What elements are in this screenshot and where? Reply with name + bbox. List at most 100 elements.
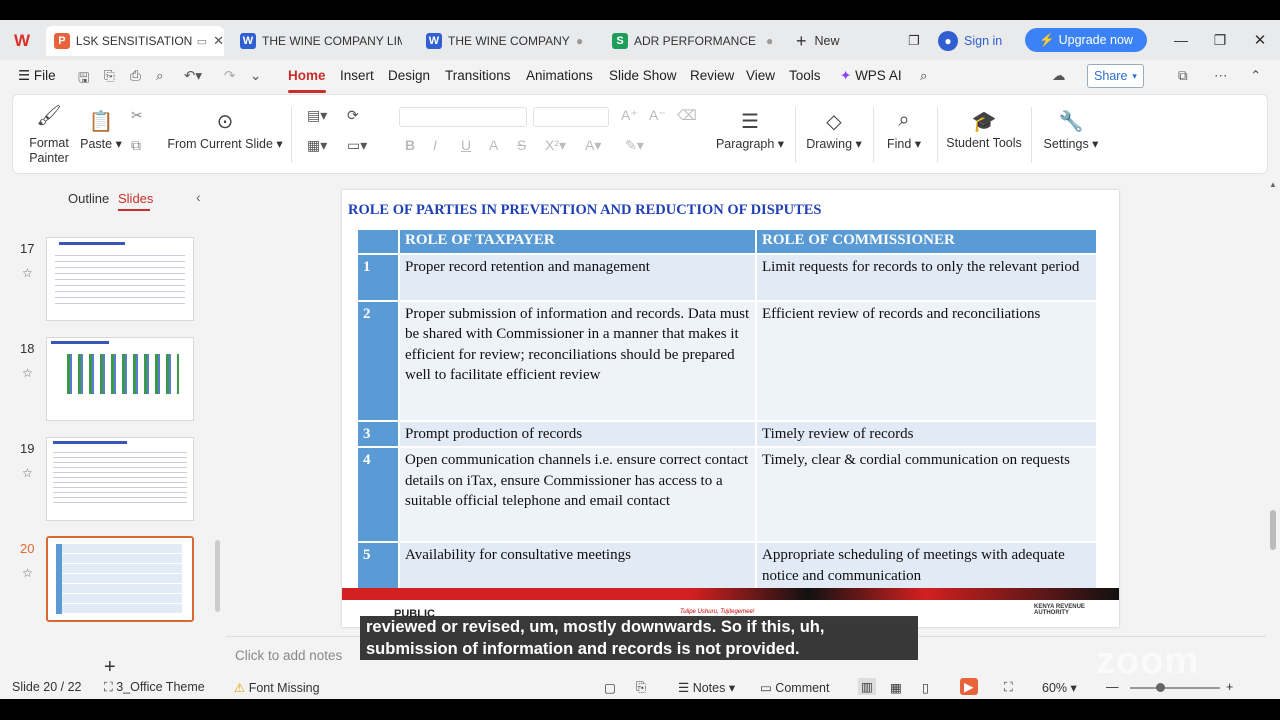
- tab-home[interactable]: Home: [288, 68, 326, 83]
- sign-in-button[interactable]: ● Sign in: [938, 30, 1002, 52]
- increase-font-icon[interactable]: A⁺: [621, 107, 638, 124]
- clear-format-icon[interactable]: ⌫: [677, 107, 697, 124]
- font-name-select[interactable]: [399, 107, 527, 127]
- collapse-panel-icon[interactable]: ‹: [196, 189, 201, 205]
- star-icon[interactable]: ☆: [22, 466, 33, 480]
- text-shadow-icon[interactable]: A: [489, 137, 498, 153]
- fit-icon[interactable]: ▢: [604, 680, 616, 695]
- slideshow-play-icon[interactable]: ▶: [960, 678, 978, 695]
- tab-insert[interactable]: Insert: [340, 68, 374, 83]
- notes-toggle[interactable]: ☰ Notes ▾: [678, 680, 735, 695]
- tab-tools[interactable]: Tools: [789, 68, 821, 83]
- decrease-font-icon[interactable]: A⁻: [649, 107, 666, 124]
- close-window-icon[interactable]: ✕: [1251, 30, 1269, 50]
- tab-transitions[interactable]: Transitions: [445, 68, 511, 83]
- tab-adr-performance[interactable]: S ADR PERFORMANCE R ●: [604, 26, 782, 56]
- section-icon[interactable]: ▭▾: [347, 137, 367, 154]
- export-pdf-icon[interactable]: ⎘: [104, 68, 115, 84]
- from-current-slide-button[interactable]: ⊙ From Current Slide ▾: [167, 109, 283, 151]
- font-size-select[interactable]: [533, 107, 609, 127]
- find-button[interactable]: ⌕ Find ▾: [881, 109, 927, 151]
- zoom-in-icon[interactable]: +: [1226, 680, 1233, 694]
- cloud-sync-icon[interactable]: ☁: [1052, 68, 1066, 84]
- canvas-scrollbar[interactable]: ▲: [1269, 180, 1278, 640]
- zoom-level[interactable]: 60% ▾: [1042, 680, 1077, 695]
- file-menu[interactable]: ☰ File: [18, 68, 56, 84]
- print-preview-icon[interactable]: ⌕: [156, 68, 164, 84]
- reset-slide-icon[interactable]: ⟳: [347, 107, 359, 124]
- live-caption: reviewed or revised, um, mostly downward…: [360, 616, 918, 660]
- tab-wine-company-1[interactable]: W THE WINE COMPANY LIM: [232, 26, 412, 56]
- panel-scrollbar[interactable]: [215, 540, 220, 612]
- scroll-up-icon[interactable]: ▲: [1269, 180, 1277, 189]
- underline-icon[interactable]: U: [461, 137, 471, 153]
- reading-view-icon[interactable]: ▯: [922, 680, 929, 695]
- upgrade-now-button[interactable]: ⚡ Upgrade now: [1025, 28, 1147, 52]
- redo-icon[interactable]: ↷: [224, 68, 235, 84]
- close-tab-icon[interactable]: ✕: [213, 33, 224, 49]
- tab-lsk-sensitisation[interactable]: P LSK SENSITISATION ▭ ✕: [46, 26, 224, 56]
- chevron-up-icon[interactable]: ⌃: [1250, 68, 1261, 84]
- paste-button[interactable]: 📋 Paste ▾: [79, 109, 123, 151]
- collapse-toolbar-icon[interactable]: ⧉: [1178, 68, 1188, 84]
- italic-icon[interactable]: I: [433, 137, 437, 153]
- fit-window-icon[interactable]: ⛶: [1004, 680, 1013, 695]
- window-list-icon[interactable]: ❐: [904, 32, 924, 50]
- font-color-icon[interactable]: A▾: [585, 137, 601, 154]
- zoom-slider[interactable]: [1130, 687, 1220, 689]
- new-tab-button[interactable]: + New: [796, 31, 840, 51]
- normal-view-icon[interactable]: ▥: [858, 678, 876, 695]
- star-icon[interactable]: ☆: [22, 566, 33, 580]
- theme-button[interactable]: ⛶ 3_Office Theme: [104, 680, 205, 695]
- strikethrough-icon[interactable]: S: [517, 137, 526, 153]
- tab-review[interactable]: Review: [690, 68, 734, 83]
- settings-button[interactable]: 🔧 Settings ▾: [1037, 109, 1105, 151]
- roles-table[interactable]: ROLE OF TAXPAYER ROLE OF COMMISSIONER 1 …: [356, 228, 1098, 590]
- share-button[interactable]: Share ▾: [1087, 64, 1144, 88]
- bold-icon[interactable]: B: [405, 137, 415, 153]
- export-icon[interactable]: ⎘: [636, 680, 646, 695]
- restore-icon[interactable]: ❐: [1211, 30, 1229, 50]
- slide-thumbnail-18[interactable]: [46, 337, 194, 421]
- minimize-icon[interactable]: —: [1172, 30, 1190, 50]
- format-painter-button[interactable]: 🖌 Format Painter: [19, 106, 79, 166]
- student-tools-button[interactable]: 🎓 Student Tools: [943, 109, 1025, 150]
- highlight-icon[interactable]: ✎▾: [625, 137, 644, 154]
- slide-canvas[interactable]: ROLE OF PARTIES IN PREVENTION AND REDUCT…: [342, 190, 1119, 627]
- tab-animations[interactable]: Animations: [526, 68, 593, 83]
- print-icon[interactable]: ⎙: [130, 68, 141, 84]
- tab-design[interactable]: Design: [388, 68, 430, 83]
- slide-number: 20: [20, 541, 35, 556]
- tab-view[interactable]: View: [746, 68, 775, 83]
- slide-thumbnail-19[interactable]: [46, 437, 194, 521]
- more-chevron-icon[interactable]: ⌄: [250, 68, 261, 84]
- wps-logo-icon[interactable]: W: [14, 31, 30, 51]
- search-icon[interactable]: ⌕: [920, 68, 928, 84]
- layout-icon[interactable]: ▦▾: [307, 137, 327, 154]
- drawing-button[interactable]: ◇ Drawing ▾: [803, 109, 865, 151]
- slide-thumbnail-17[interactable]: [46, 237, 194, 321]
- outline-tab[interactable]: Outline: [68, 191, 109, 206]
- star-icon[interactable]: ☆: [22, 266, 33, 280]
- more-options-icon[interactable]: ⋯: [1214, 68, 1228, 84]
- font-missing-button[interactable]: ⚠ Font Missing: [234, 680, 320, 695]
- comment-toggle[interactable]: ▭ Comment: [760, 680, 829, 695]
- cut-icon[interactable]: ✂: [131, 107, 143, 124]
- slides-tab[interactable]: Slides: [118, 191, 153, 206]
- wps-ai-button[interactable]: ✦ WPS AI: [840, 68, 902, 84]
- row-number: 4: [356, 446, 400, 543]
- star-icon[interactable]: ☆: [22, 366, 33, 380]
- scroll-thumb[interactable]: [1270, 510, 1276, 550]
- slide-thumbnail-20[interactable]: [46, 536, 194, 622]
- superscript-icon[interactable]: X²▾: [545, 137, 566, 154]
- new-slide-icon[interactable]: ▤▾: [307, 107, 327, 124]
- tab-wine-company-2[interactable]: W THE WINE COMPANY L ●: [418, 26, 594, 56]
- slide-sorter-icon[interactable]: ▦: [890, 680, 902, 695]
- zoom-out-icon[interactable]: —: [1106, 680, 1119, 694]
- save-icon[interactable]: 🖫: [78, 68, 90, 91]
- zoom-slider-handle[interactable]: [1156, 683, 1165, 692]
- undo-icon[interactable]: ↶▾: [184, 68, 202, 84]
- paragraph-button[interactable]: ☰ Paragraph ▾: [713, 109, 787, 151]
- tab-slide-show[interactable]: Slide Show: [609, 68, 677, 83]
- copy-icon[interactable]: ⧉: [131, 137, 141, 154]
